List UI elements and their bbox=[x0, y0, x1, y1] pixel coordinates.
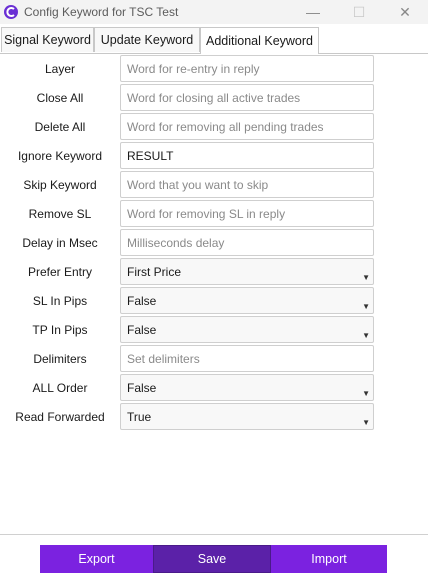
delimiters-label: Delimiters bbox=[33, 352, 87, 366]
close-button[interactable]: ✕ bbox=[382, 0, 428, 24]
remove-sl-label: Remove SL bbox=[28, 207, 92, 221]
dropdown-arrow-icon: ▼ bbox=[362, 273, 370, 282]
close-all-input[interactable] bbox=[120, 84, 374, 111]
dropdown-arrow-icon: ▼ bbox=[362, 331, 370, 340]
delay-input[interactable] bbox=[120, 229, 374, 256]
sl-in-pips-label: SL In Pips bbox=[32, 294, 88, 308]
delete-all-row: Delete All bbox=[0, 113, 428, 142]
sl-in-pips-value: False bbox=[127, 294, 157, 308]
prefer-entry-row: Prefer Entry First Price ▼ bbox=[0, 258, 428, 287]
all-order-row: ALL Order False ▼ bbox=[0, 374, 428, 403]
ignore-keyword-row: Ignore Keyword bbox=[0, 142, 428, 171]
layer-input[interactable] bbox=[120, 55, 374, 82]
import-button[interactable]: Import bbox=[271, 545, 387, 573]
delete-all-input[interactable] bbox=[120, 113, 374, 140]
prefer-entry-label: Prefer Entry bbox=[27, 265, 93, 279]
ignore-keyword-input[interactable] bbox=[120, 142, 374, 169]
delimiters-input[interactable] bbox=[120, 345, 374, 372]
sl-in-pips-row: SL In Pips False ▼ bbox=[0, 287, 428, 316]
tab-additional-keyword[interactable]: Additional Keyword bbox=[200, 27, 319, 54]
dropdown-arrow-icon: ▼ bbox=[362, 302, 370, 311]
tp-in-pips-label: TP In Pips bbox=[32, 323, 88, 337]
prefer-entry-value: First Price bbox=[127, 265, 181, 279]
close-icon: ✕ bbox=[399, 3, 411, 20]
window-title: Config Keyword for TSC Test bbox=[24, 5, 179, 19]
read-forwarded-value: True bbox=[127, 410, 152, 424]
layer-row: Layer bbox=[0, 55, 428, 84]
read-forwarded-row: Read Forwarded True ▼ bbox=[0, 403, 428, 432]
dropdown-arrow-icon: ▼ bbox=[362, 418, 370, 427]
close-all-label: Close All bbox=[36, 91, 84, 105]
prefer-entry-select[interactable]: First Price ▼ bbox=[120, 258, 374, 285]
export-button[interactable]: Export bbox=[40, 545, 153, 573]
delete-all-label: Delete All bbox=[34, 120, 86, 134]
skip-keyword-input[interactable] bbox=[120, 171, 374, 198]
tab-update-keyword[interactable]: Update Keyword bbox=[94, 27, 200, 52]
remove-sl-input[interactable] bbox=[120, 200, 374, 227]
maximize-icon: ☐ bbox=[352, 3, 366, 20]
sl-in-pips-select[interactable]: False ▼ bbox=[120, 287, 374, 314]
maximize-button[interactable]: ☐ bbox=[336, 0, 382, 24]
delay-row: Delay in Msec bbox=[0, 229, 428, 258]
ignore-keyword-label: Ignore Keyword bbox=[17, 149, 103, 163]
tp-in-pips-row: TP In Pips False ▼ bbox=[0, 316, 428, 345]
skip-keyword-label: Skip Keyword bbox=[23, 178, 97, 192]
delimiters-row: Delimiters bbox=[0, 345, 428, 374]
title-bar: Config Keyword for TSC Test — ☐ ✕ bbox=[0, 0, 428, 24]
delay-label: Delay in Msec bbox=[22, 236, 98, 250]
close-all-row: Close All bbox=[0, 84, 428, 113]
save-button[interactable]: Save bbox=[153, 545, 271, 573]
minimize-button[interactable]: — bbox=[290, 0, 336, 24]
read-forwarded-label: Read Forwarded bbox=[15, 410, 105, 424]
all-order-label: ALL Order bbox=[32, 381, 88, 395]
layer-label: Layer bbox=[44, 62, 76, 76]
tp-in-pips-select[interactable]: False ▼ bbox=[120, 316, 374, 343]
tab-signal-keyword[interactable]: Signal Keyword bbox=[1, 27, 94, 52]
app-logo-icon bbox=[4, 5, 18, 19]
all-order-value: False bbox=[127, 381, 157, 395]
all-order-select[interactable]: False ▼ bbox=[120, 374, 374, 401]
dropdown-arrow-icon: ▼ bbox=[362, 389, 370, 398]
remove-sl-row: Remove SL bbox=[0, 200, 428, 229]
read-forwarded-select[interactable]: True ▼ bbox=[120, 403, 374, 430]
footer-divider bbox=[0, 534, 428, 535]
tab-bar: Signal Keyword Update Keyword Additional… bbox=[0, 27, 428, 54]
minimize-icon: — bbox=[306, 4, 320, 20]
skip-keyword-row: Skip Keyword bbox=[0, 171, 428, 200]
tp-in-pips-value: False bbox=[127, 323, 157, 337]
